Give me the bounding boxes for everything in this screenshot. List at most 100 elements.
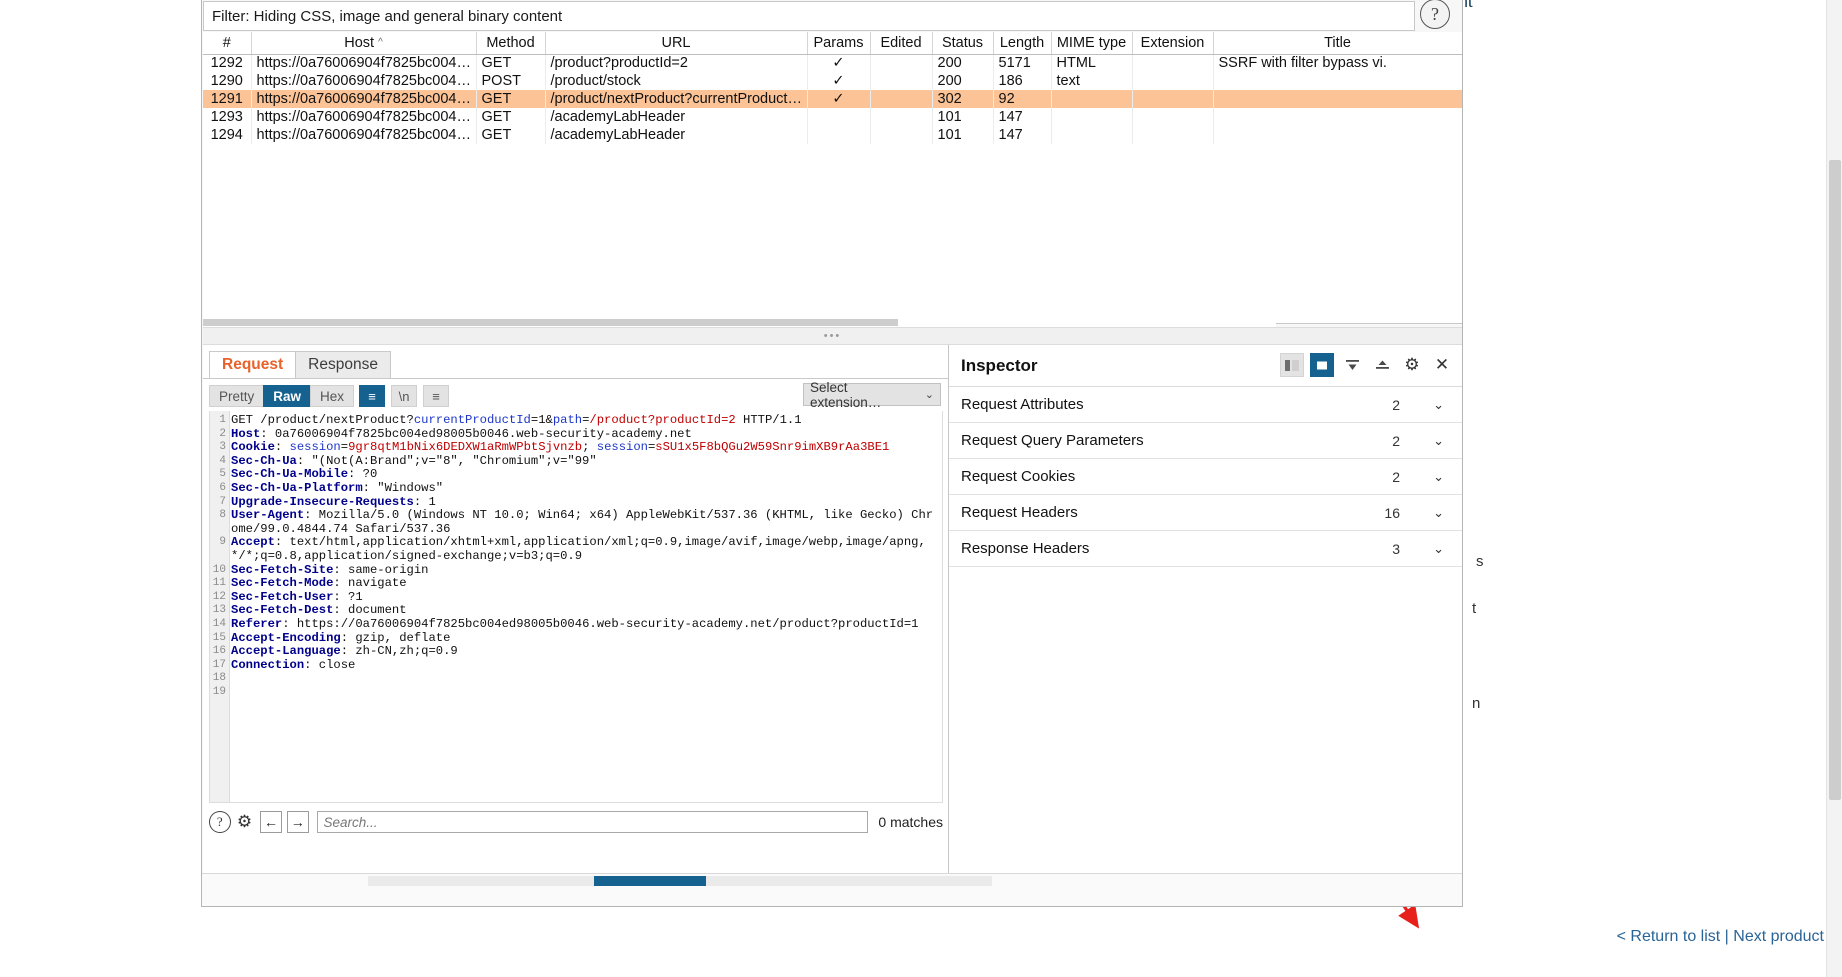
line-number: 15 bbox=[212, 631, 226, 644]
page-scrollbar[interactable] bbox=[1826, 0, 1842, 977]
row-mime: HTML bbox=[1051, 54, 1133, 72]
row-params: ✓ bbox=[807, 90, 871, 108]
collapse-all-icon[interactable] bbox=[1340, 353, 1364, 377]
line-number: 9 bbox=[219, 536, 226, 549]
request-line: Referer: https://0a76006904f7825bc004ed9… bbox=[231, 616, 919, 631]
http-history-table-container[interactable]: # Host ^ Method URL Params Edited Status … bbox=[203, 32, 1462, 324]
row-host: https://0a76006904f7825bc004… bbox=[251, 54, 477, 72]
line-number: 19 bbox=[212, 685, 226, 698]
column-header-extension[interactable]: Extension bbox=[1132, 32, 1214, 55]
row-title: SSRF with filter bypass vi. bbox=[1213, 54, 1462, 72]
editor-toolbar: Pretty Raw Hex ≡ \n ≡ Select extension… … bbox=[209, 380, 943, 410]
request-line: Connection: close bbox=[231, 657, 356, 672]
http-history-filter-bar[interactable]: Filter: Hiding CSS, image and general bi… bbox=[203, 1, 1415, 31]
row-num: 1292 bbox=[203, 54, 252, 72]
table-row[interactable]: 1293 https://0a76006904f7825bc004… GET/aca… bbox=[203, 108, 1462, 126]
inspector-toolbar: ⚙ ✕ bbox=[1280, 353, 1454, 377]
column-header-url[interactable]: URL bbox=[545, 32, 808, 55]
inspector-section-3[interactable]: Request Cookies 2 ⌄ bbox=[949, 459, 1462, 495]
page-scrollbar-thumb[interactable] bbox=[1829, 160, 1841, 800]
search-matches-count: 0 matches bbox=[878, 814, 944, 830]
line-number: 5 bbox=[219, 468, 226, 481]
view-mode-hex[interactable]: Hex bbox=[310, 385, 355, 407]
chevron-down-icon[interactable]: ⌄ bbox=[1433, 505, 1444, 521]
row-edited bbox=[870, 108, 933, 126]
request-line: Sec-Fetch-Mode: navigate bbox=[231, 576, 407, 591]
row-length: 5171 bbox=[993, 54, 1052, 72]
next-product-link[interactable]: Next product bbox=[1733, 928, 1824, 945]
word-wrap-icon[interactable]: ≡ bbox=[359, 385, 386, 407]
question-mark-icon[interactable]: ? bbox=[1420, 0, 1450, 29]
inspector-section-count: 2 bbox=[1392, 468, 1400, 485]
lab-footer-links: < Return to list | Next product bbox=[1617, 928, 1824, 946]
inspector-section-1[interactable]: Request Attributes 2 ⌄ bbox=[949, 387, 1462, 423]
tab-request[interactable]: Request bbox=[209, 351, 297, 378]
column-header-params[interactable]: Params bbox=[807, 32, 871, 55]
row-params: ✓ bbox=[807, 72, 871, 90]
line-number-gutter: 1 2 3 4 5 6 7 8 9 10 11 12 13 14 15 16 17 18 19 bbox=[210, 411, 230, 802]
request-code-area[interactable]: 1 2 3 4 5 6 7 8 9 10 11 12 13 14 15 16 17 18 19 GET /produ… bbox=[209, 411, 943, 803]
search-input[interactable]: Search... bbox=[316, 811, 869, 833]
line-number: 8 bbox=[219, 509, 226, 522]
row-edited bbox=[870, 126, 933, 144]
inspector-section-2[interactable]: Request Query Parameters 2 ⌄ bbox=[949, 423, 1462, 459]
row-edited bbox=[870, 72, 933, 90]
column-header-mime[interactable]: MIME type bbox=[1051, 32, 1133, 55]
request-line: Host: 0a76006904f7825bc004ed98005b0046.w… bbox=[231, 426, 692, 441]
tab-response[interactable]: Response bbox=[295, 351, 391, 378]
row-edited bbox=[870, 54, 933, 72]
table-row[interactable]: 1291 https://0a76006904f7825bc004… GET/pro… bbox=[203, 90, 1462, 108]
request-response-tabs: Request Response bbox=[209, 351, 391, 378]
scrollbar-thumb[interactable] bbox=[203, 319, 898, 326]
show-newlines-icon[interactable]: \n bbox=[391, 385, 418, 407]
select-extension-dropdown[interactable]: Select extension… ⌄ bbox=[803, 380, 941, 410]
row-method: GET bbox=[476, 126, 546, 144]
table-row[interactable]: 1294 https://0a76006904f7825bc004… GET/aca… bbox=[203, 126, 1462, 144]
view-mode-pretty[interactable]: Pretty bbox=[209, 385, 265, 407]
chevron-down-icon[interactable]: ⌄ bbox=[1433, 541, 1444, 557]
expand-all-icon[interactable] bbox=[1370, 353, 1394, 377]
table-horizontal-scrollbar[interactable] bbox=[203, 318, 1276, 327]
sort-ascending-icon: ^ bbox=[378, 36, 383, 48]
split-view-icon[interactable] bbox=[1280, 353, 1304, 377]
column-header-method[interactable]: Method bbox=[476, 32, 546, 55]
line-number: 6 bbox=[219, 481, 226, 494]
row-extension bbox=[1132, 54, 1214, 72]
chevron-down-icon[interactable]: ⌄ bbox=[1433, 433, 1444, 449]
gear-icon[interactable]: ⚙ bbox=[234, 811, 256, 833]
row-url: /academyLabHeader bbox=[545, 108, 808, 126]
help-icon[interactable]: ? bbox=[209, 811, 231, 833]
column-header-length[interactable]: Length bbox=[993, 32, 1052, 55]
column-header-num[interactable]: # bbox=[203, 32, 252, 55]
more-options-icon[interactable]: ≡ bbox=[423, 385, 450, 407]
inspector-section-label: Request Headers bbox=[961, 504, 1078, 521]
settings-gear-icon[interactable]: ⚙ bbox=[1400, 353, 1424, 377]
search-next-icon[interactable]: → bbox=[286, 811, 309, 833]
inspector-section-5[interactable]: Response Headers 3 ⌄ bbox=[949, 531, 1462, 567]
line-number: 14 bbox=[212, 617, 226, 630]
view-mode-raw[interactable]: Raw bbox=[263, 385, 312, 407]
panel-splitter[interactable]: ••• bbox=[203, 327, 1462, 345]
panel-right-icon[interactable] bbox=[1310, 353, 1334, 377]
return-to-list-link[interactable]: < Return to list bbox=[1617, 928, 1721, 945]
search-prev-icon[interactable]: ← bbox=[260, 811, 282, 833]
inspector-section-4[interactable]: Request Headers 16 ⌄ bbox=[949, 495, 1462, 531]
column-header-host[interactable]: Host ^ bbox=[251, 32, 477, 55]
column-header-title[interactable]: Title bbox=[1213, 32, 1462, 55]
close-icon[interactable]: ✕ bbox=[1430, 353, 1454, 377]
column-header-edited[interactable]: Edited bbox=[870, 32, 933, 55]
request-raw-text[interactable]: GET /product/nextProduct?currentProductI… bbox=[231, 413, 940, 699]
table-row[interactable]: 1290 https://0a76006904f7825bc004… POST/pr… bbox=[203, 72, 1462, 90]
column-header-status[interactable]: Status bbox=[932, 32, 994, 55]
inspector-section-count: 3 bbox=[1392, 540, 1400, 557]
inspector-section-label: Request Attributes bbox=[961, 396, 1084, 413]
row-extension bbox=[1132, 126, 1214, 144]
table-row[interactable]: 1292 https://0a76006904f7825bc004… GET/pro… bbox=[203, 54, 1462, 72]
chevron-down-icon[interactable]: ⌄ bbox=[1433, 397, 1444, 413]
bottom-scroll-thumb[interactable] bbox=[594, 876, 706, 886]
line-number: 12 bbox=[212, 590, 226, 603]
chevron-down-icon[interactable]: ⌄ bbox=[1433, 469, 1444, 485]
line-number: 4 bbox=[219, 454, 226, 467]
row-host: https://0a76006904f7825bc004… bbox=[251, 90, 477, 108]
row-url: /product/stock bbox=[545, 72, 808, 90]
